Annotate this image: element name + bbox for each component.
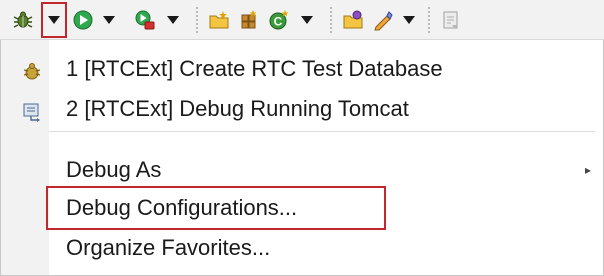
menu-item-debug-configurations[interactable]: Debug Configurations...	[1, 190, 604, 226]
menu-item-label: Debug As	[66, 157, 162, 182]
new-project-icon[interactable]	[206, 6, 232, 34]
submenu-arrow-icon: ▸	[585, 163, 592, 177]
menu-item-favorite-1[interactable]: 1 [RTCExt] Create RTC Test Database	[1, 51, 604, 87]
toolbar: C	[0, 0, 604, 40]
annotation-icon[interactable]	[438, 6, 464, 34]
search-icon[interactable]	[370, 6, 396, 34]
external-tools-icon[interactable]	[132, 6, 158, 34]
debug-dropdown-menu: 1 [RTCExt] Create RTC Test Database 2 [R…	[0, 40, 604, 276]
database-icon	[21, 58, 43, 80]
menu-item-label: 1 [RTCExt] Create RTC Test Database	[66, 56, 443, 81]
menu-item-debug-as[interactable]: Debug As ▸	[1, 152, 604, 188]
remote-debug-icon	[21, 98, 43, 122]
svg-text:C: C	[274, 15, 283, 29]
run-icon[interactable]	[70, 6, 96, 34]
new-class-dropdown-arrow[interactable]	[298, 6, 316, 34]
new-class-icon[interactable]: C	[266, 6, 292, 34]
menu-separator	[49, 131, 595, 132]
debug-icon[interactable]	[10, 6, 36, 34]
toolbar-separator	[428, 7, 430, 33]
toolbar-separator	[196, 7, 198, 33]
menu-item-label: 2 [RTCExt] Debug Running Tomcat	[66, 96, 409, 121]
open-type-icon[interactable]	[340, 6, 366, 34]
external-tools-dropdown-arrow[interactable]	[164, 6, 182, 34]
toolbar-separator	[330, 7, 332, 33]
debug-dropdown-arrow[interactable]	[45, 6, 63, 34]
new-package-icon[interactable]	[236, 6, 262, 34]
search-dropdown-arrow[interactable]	[400, 6, 418, 34]
menu-item-organize-favorites[interactable]: Organize Favorites...	[1, 230, 604, 266]
menu-item-favorite-2[interactable]: 2 [RTCExt] Debug Running Tomcat	[1, 91, 604, 127]
menu-item-label: Debug Configurations...	[66, 195, 298, 220]
menu-item-label: Organize Favorites...	[66, 235, 271, 260]
run-dropdown-arrow[interactable]	[100, 6, 118, 34]
